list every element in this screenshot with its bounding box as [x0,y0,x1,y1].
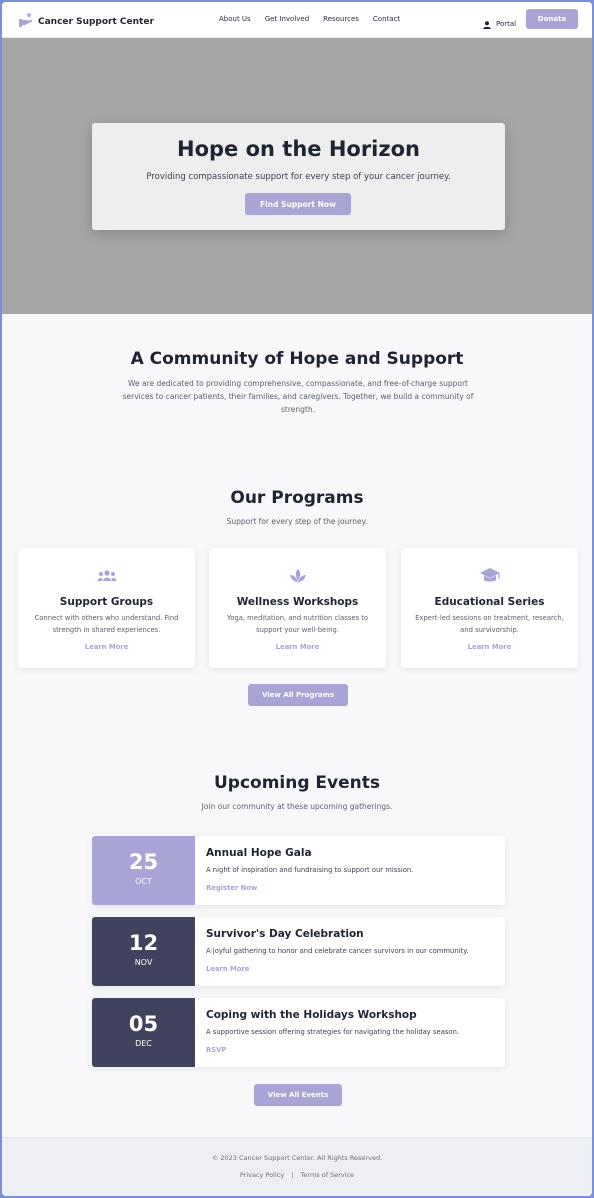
nav-resources[interactable]: Resources [323,15,359,23]
event-date-box: 05 DEC [92,998,195,1067]
event-date-box: 12 NOV [92,917,195,986]
event-card: 05 DEC Coping with the Holidays Workshop… [92,998,505,1067]
portal-label: Portal [496,19,517,28]
program-title: Support Groups [59,596,154,608]
program-card-wellness-workshops: Wellness Workshops Yoga, meditation, and… [209,548,386,668]
privacy-policy-link[interactable]: Privacy Policy [240,1171,284,1179]
site-header: Cancer Support Center About Us Get Invol… [2,2,592,38]
program-card-support-groups: Support Groups Connect with others who u… [18,548,195,668]
copyright-text: © 2023 Cancer Support Center. All Rights… [211,1154,383,1162]
people-group-icon [96,565,118,587]
register-now-link[interactable]: Register Now [206,884,257,892]
programs-title: Our Programs [230,488,364,508]
view-all-events-button[interactable]: View All Events [254,1084,342,1106]
program-title: Educational Series [434,596,545,608]
event-desc: A joyful gathering to honor and celebrat… [206,947,469,955]
user-icon [483,14,491,33]
event-desc: A supportive session offering strategies… [206,1028,460,1036]
terms-of-service-link[interactable]: Terms of Service [301,1171,355,1179]
learn-more-link[interactable]: Learn More [18,643,195,651]
event-month: DEC [135,1039,152,1048]
hand-heart-icon [18,12,34,32]
event-date-box: 25 OCT [92,836,195,905]
event-day: 05 [128,1012,159,1036]
learn-more-link[interactable]: Learn More [206,965,249,973]
lotus-icon [287,565,309,587]
portal-link[interactable]: Portal [483,14,516,33]
program-card-educational-series: Educational Series Expert-led sessions o… [401,548,578,668]
find-support-button[interactable]: Find Support Now [245,193,351,215]
site-footer: © 2023 Cancer Support Center. All Rights… [2,1137,592,1196]
program-desc: Expert-led sessions on treatment, resear… [415,614,564,634]
event-card: 12 NOV Survivor's Day Celebration A joyf… [92,917,505,986]
hero-subtitle: Providing compassionate support for ever… [146,172,451,182]
nav-contact[interactable]: Contact [373,15,400,23]
learn-more-link[interactable]: Learn More [209,643,386,651]
community-text: We are dedicated to providing comprehens… [122,379,474,414]
event-day: 12 [128,931,159,955]
events-subtitle: Join our community at these upcoming gat… [201,802,393,811]
program-title: Wellness Workshops [236,596,359,608]
page: Cancer Support Center About Us Get Invol… [2,2,592,1196]
program-desc: Yoga, meditation, and nutrition classes … [226,614,369,634]
logo[interactable]: Cancer Support Center [18,12,154,32]
event-name: Annual Hope Gala [206,847,312,859]
event-day: 25 [128,850,159,874]
event-name: Coping with the Holidays Workshop [206,1009,417,1021]
nav-about-us[interactable]: About Us [219,15,251,23]
community-title: A Community of Hope and Support [130,349,464,369]
event-month: OCT [135,877,152,886]
logo-text: Cancer Support Center [38,17,154,27]
event-month: NOV [134,958,153,967]
footer-separator: | [291,1171,294,1179]
hero-title: Hope on the Horizon [177,137,420,161]
programs-subtitle: Support for every step of the journey. [226,517,368,526]
events-title: Upcoming Events [213,773,381,793]
footer-links: Privacy Policy | Terms of Service [2,1171,592,1179]
graduation-cap-icon [479,565,501,587]
program-desc: Connect with others who understand. Find… [34,614,179,634]
view-all-programs-button[interactable]: View All Programs [248,684,348,706]
main-nav: About Us Get Involved Resources Contact [219,15,414,23]
donate-button[interactable]: Donate [526,9,578,29]
nav-get-involved[interactable]: Get Involved [265,15,309,23]
event-card: 25 OCT Annual Hope Gala A night of inspi… [92,836,505,905]
event-name: Survivor's Day Celebration [206,928,364,940]
event-desc: A night of inspiration and fundraising t… [206,866,414,874]
learn-more-link[interactable]: Learn More [401,643,578,651]
rsvp-link[interactable]: RSVP [206,1046,226,1054]
hero-section: Hope on the Horizon Providing compassion… [2,38,592,314]
hero-card: Hope on the Horizon Providing compassion… [92,123,505,230]
